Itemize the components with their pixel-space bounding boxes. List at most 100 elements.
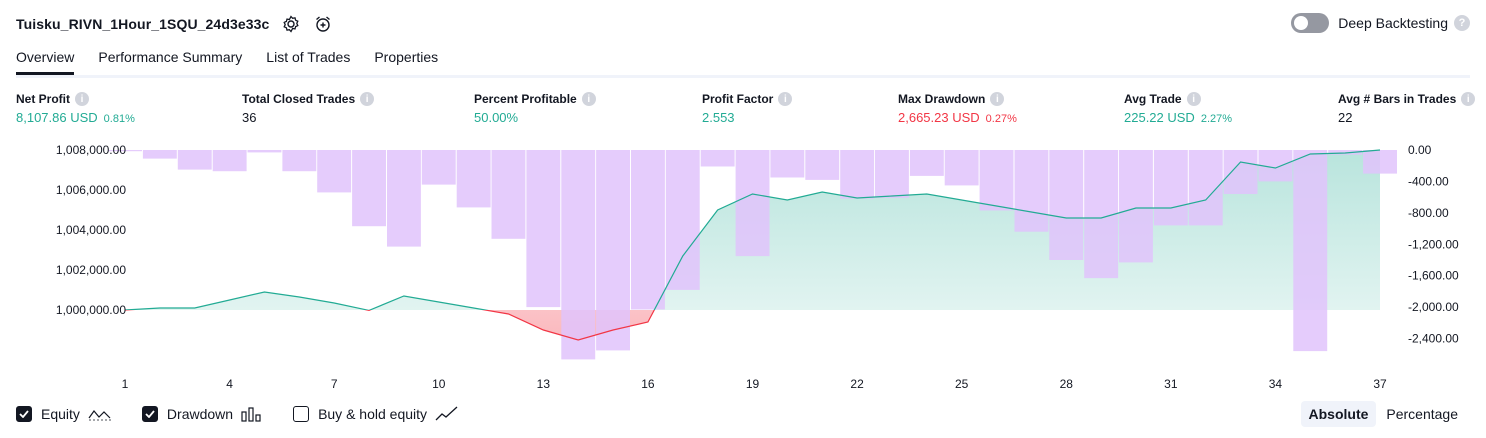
drawdown-bar: [352, 150, 386, 227]
deep-backtesting: Deep Backtesting ?: [1291, 13, 1470, 33]
left-axis-tick-label: 1,004,000.00: [56, 223, 126, 237]
deep-backtesting-toggle[interactable]: [1291, 13, 1330, 33]
x-axis-tick-label: 37: [1373, 377, 1387, 391]
tab-properties[interactable]: Properties: [374, 46, 438, 72]
drawdown-bar: [944, 150, 979, 186]
drawdown-bar: [282, 150, 317, 172]
add-alert-clock-icon[interactable]: [313, 14, 333, 34]
equity-checkbox[interactable]: [16, 406, 32, 422]
stat-value: 225.22 USD: [1124, 110, 1195, 125]
deep-backtesting-label: Deep Backtesting: [1338, 15, 1448, 31]
legend-drawdown[interactable]: Drawdown: [141, 406, 263, 422]
stat-value: 2,665.23 USD: [898, 110, 980, 125]
drawdown-bar: [1014, 150, 1049, 232]
stat-value: 50.00%: [474, 110, 519, 125]
x-axis-tick-label: 22: [850, 377, 864, 391]
drawdown-checkbox[interactable]: [141, 406, 158, 422]
drawdown-bar: [979, 150, 1014, 211]
legend-equity[interactable]: Equity: [16, 406, 112, 422]
stat-avg-bars-in-trades: Avg # Bars in Trades i 22: [1338, 92, 1476, 125]
stat-percent: 0.27%: [985, 113, 1017, 125]
drawdown-bar: [909, 150, 944, 176]
drawdown-bar: [526, 150, 561, 308]
tab-bar: Overview Performance Summary List of Tra…: [16, 46, 1470, 78]
stat-value: 22: [1338, 110, 1353, 125]
equity-drawdown-chart[interactable]: 1,008,000.00 1,006,000.00 1,004,000.00 1,00…: [0, 138, 1486, 396]
legend-buy-hold[interactable]: Buy & hold equity: [293, 406, 459, 422]
stat-avg-trade: Avg Trade i 225.22 USD 2.27%: [1124, 92, 1232, 125]
drawdown-bar: [142, 150, 177, 159]
info-icon[interactable]: i: [581, 92, 596, 106]
info-icon[interactable]: i: [1461, 92, 1476, 106]
tab-list-of-trades[interactable]: List of Trades: [266, 46, 350, 72]
buy-hold-checkbox[interactable]: [293, 406, 310, 422]
drawdown-bar: [875, 150, 909, 198]
drawdown-bar: [1153, 150, 1188, 226]
tab-overview[interactable]: Overview: [16, 46, 75, 75]
settings-gear-icon[interactable]: [281, 14, 301, 34]
drawdown-bar: [665, 150, 700, 290]
drawdown-bar: [840, 150, 875, 199]
drawdown-bar: [491, 150, 526, 239]
left-axis-tick-label: 1,008,000.00: [56, 143, 126, 157]
drawdown-bar: [561, 150, 596, 360]
drawdown-bar: [177, 150, 212, 170]
value-mode-switch: Absolute Percentage: [1299, 401, 1467, 427]
stat-label: Net Profit: [16, 92, 70, 106]
right-axis-tick-label: -1,200.00: [1408, 237, 1459, 251]
percentage-button[interactable]: Percentage: [1378, 401, 1466, 427]
left-axis-tick-label: 1,006,000.00: [56, 183, 126, 197]
x-axis-tick-label: 28: [1060, 377, 1074, 391]
x-axis-tick-label: 19: [746, 377, 760, 391]
x-axis-tick-label: 16: [641, 377, 655, 391]
stat-value: 36: [242, 110, 257, 125]
drawdown-bar: [700, 150, 735, 167]
stat-label: Profit Factor: [702, 92, 774, 106]
right-axis-tick-label: -1,600.00: [1408, 269, 1459, 283]
drawdown-bar: [1119, 150, 1153, 263]
info-icon[interactable]: i: [1186, 92, 1201, 106]
x-axis-tick-label: 10: [432, 377, 446, 391]
drawdown-bar: [1293, 150, 1328, 352]
info-icon[interactable]: i: [75, 92, 89, 106]
buy-hold-line-icon: [435, 406, 459, 422]
info-icon[interactable]: i: [360, 92, 375, 106]
right-axis-tick-label: -800.00: [1408, 206, 1449, 220]
legend-label: Drawdown: [166, 406, 234, 422]
drawdown-bars-icon: [241, 406, 263, 422]
drawdown-bar: [247, 150, 282, 153]
chart-legend: Equity Drawdown Buy & hold equity: [16, 402, 489, 426]
stat-label: Avg Trade: [1124, 92, 1182, 106]
info-icon[interactable]: i: [990, 92, 1005, 106]
stat-value: 2.553: [702, 110, 735, 125]
absolute-button[interactable]: Absolute: [1300, 401, 1377, 427]
tab-performance-summary[interactable]: Performance Summary: [98, 46, 242, 72]
stat-label: Max Drawdown: [898, 92, 986, 106]
stat-label: Avg # Bars in Trades: [1338, 92, 1457, 106]
x-axis-tick-label: 25: [955, 377, 969, 391]
drawdown-bar: [421, 150, 456, 185]
stats-row: Net Profit i 8,107.86 USD 0.81% Total Clos…: [0, 92, 1486, 132]
drawdown-bar: [212, 150, 247, 172]
drawdown-bar: [805, 150, 840, 180]
right-axis-tick-label: -2,000.00: [1408, 300, 1459, 314]
right-axis-tick-label: -400.00: [1408, 174, 1449, 188]
stat-label: Total Closed Trades: [242, 92, 356, 106]
stat-net-profit: Net Profit i 8,107.86 USD 0.81%: [16, 92, 135, 125]
stat-percent: 2.27%: [1200, 113, 1233, 125]
drawdown-bar: [456, 150, 491, 208]
info-icon[interactable]: i: [778, 92, 793, 106]
x-axis-tick-label: 1: [122, 377, 129, 391]
help-question-icon[interactable]: ?: [1454, 15, 1470, 31]
stat-label: Percent Profitable: [474, 92, 577, 106]
drawdown-bar: [1223, 150, 1258, 194]
equity-line-icon: [88, 406, 112, 422]
drawdown-bar: [735, 150, 770, 257]
drawdown-bar: [1363, 150, 1397, 174]
left-axis-tick-label: 1,002,000.00: [56, 263, 126, 277]
drawdown-bar: [1049, 150, 1084, 260]
x-axis-tick-label: 7: [331, 377, 338, 391]
stat-percent-profitable: Percent Profitable i 50.00%: [474, 92, 596, 125]
legend-label: Equity: [41, 406, 80, 422]
x-axis-tick-label: 34: [1269, 377, 1283, 391]
